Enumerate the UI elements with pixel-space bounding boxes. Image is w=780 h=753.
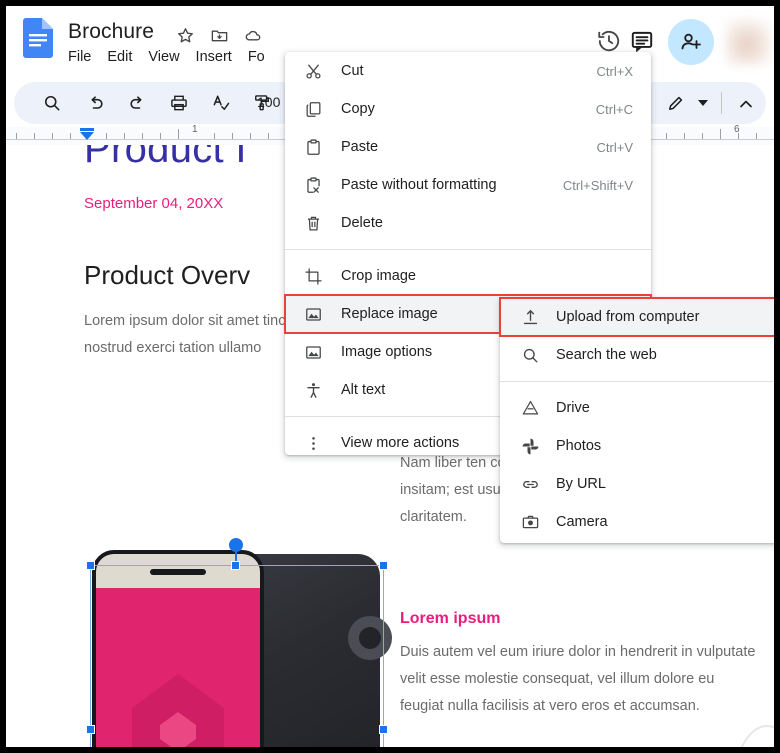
resize-handle-middle-left[interactable] [86, 725, 95, 734]
cloud-saved-icon[interactable] [244, 26, 263, 45]
upload-icon [520, 307, 540, 327]
chevron-down-icon[interactable] [698, 100, 708, 106]
move-to-folder-icon[interactable] [210, 26, 229, 45]
paste-plain-icon [303, 175, 323, 195]
menu-divider [285, 249, 651, 250]
replace-image-submenu[interactable]: Upload from computer Search the web Driv… [499, 297, 774, 543]
menu-item-cut[interactable]: Cut Ctrl+X [285, 52, 651, 90]
menu-item-label: Copy [341, 101, 375, 117]
crop-icon [303, 266, 323, 286]
menu-item-label: Paste [341, 139, 379, 155]
zoom-level-value[interactable]: 100 [257, 94, 280, 110]
submenu-item-photos[interactable]: Photos [500, 427, 774, 465]
ruler-label-1: 1 [192, 124, 198, 135]
doc-date: September 04, 20XX [84, 195, 224, 212]
resize-handle-top-right[interactable] [379, 561, 388, 570]
share-button[interactable] [668, 19, 714, 65]
image-icon [303, 304, 323, 324]
image-icon [303, 342, 323, 362]
menu-bar: File Edit View Insert Fo [68, 49, 265, 65]
menu-item-delete[interactable]: Delete [285, 204, 651, 242]
chevron-up-icon[interactable] [736, 94, 756, 114]
menu-item-crop-image[interactable]: Crop image [285, 257, 651, 295]
spellcheck-icon[interactable] [211, 93, 231, 113]
doc-section-heading: Product Overv [84, 260, 251, 290]
version-history-icon[interactable] [596, 28, 622, 54]
document-title[interactable]: Brochure [68, 20, 154, 44]
doc-subheading: Lorem ipsum [400, 610, 501, 627]
menu-item-paste-without-formatting[interactable]: Paste without formatting Ctrl+Shift+V [285, 166, 651, 204]
search-icon [520, 345, 540, 365]
menu-file[interactable]: File [68, 49, 91, 65]
link-icon [520, 474, 540, 494]
decorative-shape [732, 725, 774, 747]
star-icon[interactable] [176, 26, 195, 45]
menu-item-label: View more actions [341, 435, 460, 451]
submenu-item-drive[interactable]: Drive [500, 389, 774, 427]
resize-handle-middle-right[interactable] [379, 725, 388, 734]
submenu-item-camera[interactable]: Camera [500, 503, 774, 541]
undo-icon[interactable] [86, 93, 106, 113]
submenu-item-label: Photos [556, 438, 602, 454]
menu-item-label: Delete [341, 215, 383, 231]
submenu-item-label: By URL [556, 476, 606, 492]
accessibility-icon [303, 380, 323, 400]
ruler-label-6: 6 [734, 124, 740, 135]
print-icon[interactable] [169, 93, 189, 113]
redo-icon[interactable] [127, 93, 147, 113]
copy-icon [303, 99, 323, 119]
menu-insert[interactable]: Insert [196, 49, 232, 65]
photos-icon [520, 436, 540, 456]
google-docs-window: Brochure File Edit View Insert Fo 100 1 … [6, 6, 774, 747]
menu-format[interactable]: Fo [248, 49, 265, 65]
clipboard-icon [303, 137, 323, 157]
avatar[interactable] [726, 19, 772, 65]
indent-marker[interactable] [80, 127, 94, 141]
menu-item-label: Cut [341, 63, 364, 79]
resize-handle-top-center[interactable] [231, 561, 240, 570]
menu-item-label: Paste without formatting [341, 177, 497, 193]
menu-item-shortcut: Ctrl+C [595, 101, 633, 117]
comment-history-icon[interactable] [629, 28, 655, 54]
resize-handle-top-left[interactable] [86, 561, 95, 570]
submenu-item-search-the-web[interactable]: Search the web [500, 336, 774, 374]
menu-item-shortcut: Ctrl+X [596, 63, 633, 79]
search-icon[interactable] [42, 93, 62, 113]
submenu-item-by-url[interactable]: By URL [500, 465, 774, 503]
more-vert-icon [303, 433, 323, 453]
image-selection-border [90, 565, 384, 747]
submenu-divider [500, 381, 774, 382]
rotation-handle[interactable] [229, 538, 243, 552]
submenu-item-label: Camera [556, 514, 608, 530]
submenu-item-upload-from-computer[interactable]: Upload from computer [499, 297, 774, 337]
doc-body-right-2: Duis autem vel eum iriure dolor in hendr… [400, 644, 756, 714]
phone-mockup-image[interactable] [86, 538, 392, 747]
scissors-icon [303, 61, 323, 81]
submenu-item-label: Upload from computer [556, 309, 700, 325]
menu-item-paste[interactable]: Paste Ctrl+V [285, 128, 651, 166]
menu-item-copy[interactable]: Copy Ctrl+C [285, 90, 651, 128]
menu-item-shortcut: Ctrl+V [596, 139, 633, 155]
trash-icon [303, 213, 323, 233]
menu-item-label: Crop image [341, 268, 416, 284]
menu-item-label: Image options [341, 344, 433, 360]
submenu-item-label: Search the web [556, 347, 657, 363]
menu-edit[interactable]: Edit [107, 49, 132, 65]
doc-main-title: Product I [84, 145, 247, 171]
menu-view[interactable]: View [148, 49, 179, 65]
menu-item-label: Alt text [341, 382, 386, 398]
camera-icon [520, 512, 540, 532]
menu-item-label: Replace image [341, 306, 438, 322]
toolbar-divider [721, 92, 722, 114]
drive-icon [520, 398, 540, 418]
google-docs-logo[interactable] [23, 18, 53, 58]
menu-item-shortcut: Ctrl+Shift+V [562, 177, 633, 193]
edit-mode-pencil-icon[interactable] [666, 93, 686, 113]
submenu-item-label: Drive [556, 400, 590, 416]
